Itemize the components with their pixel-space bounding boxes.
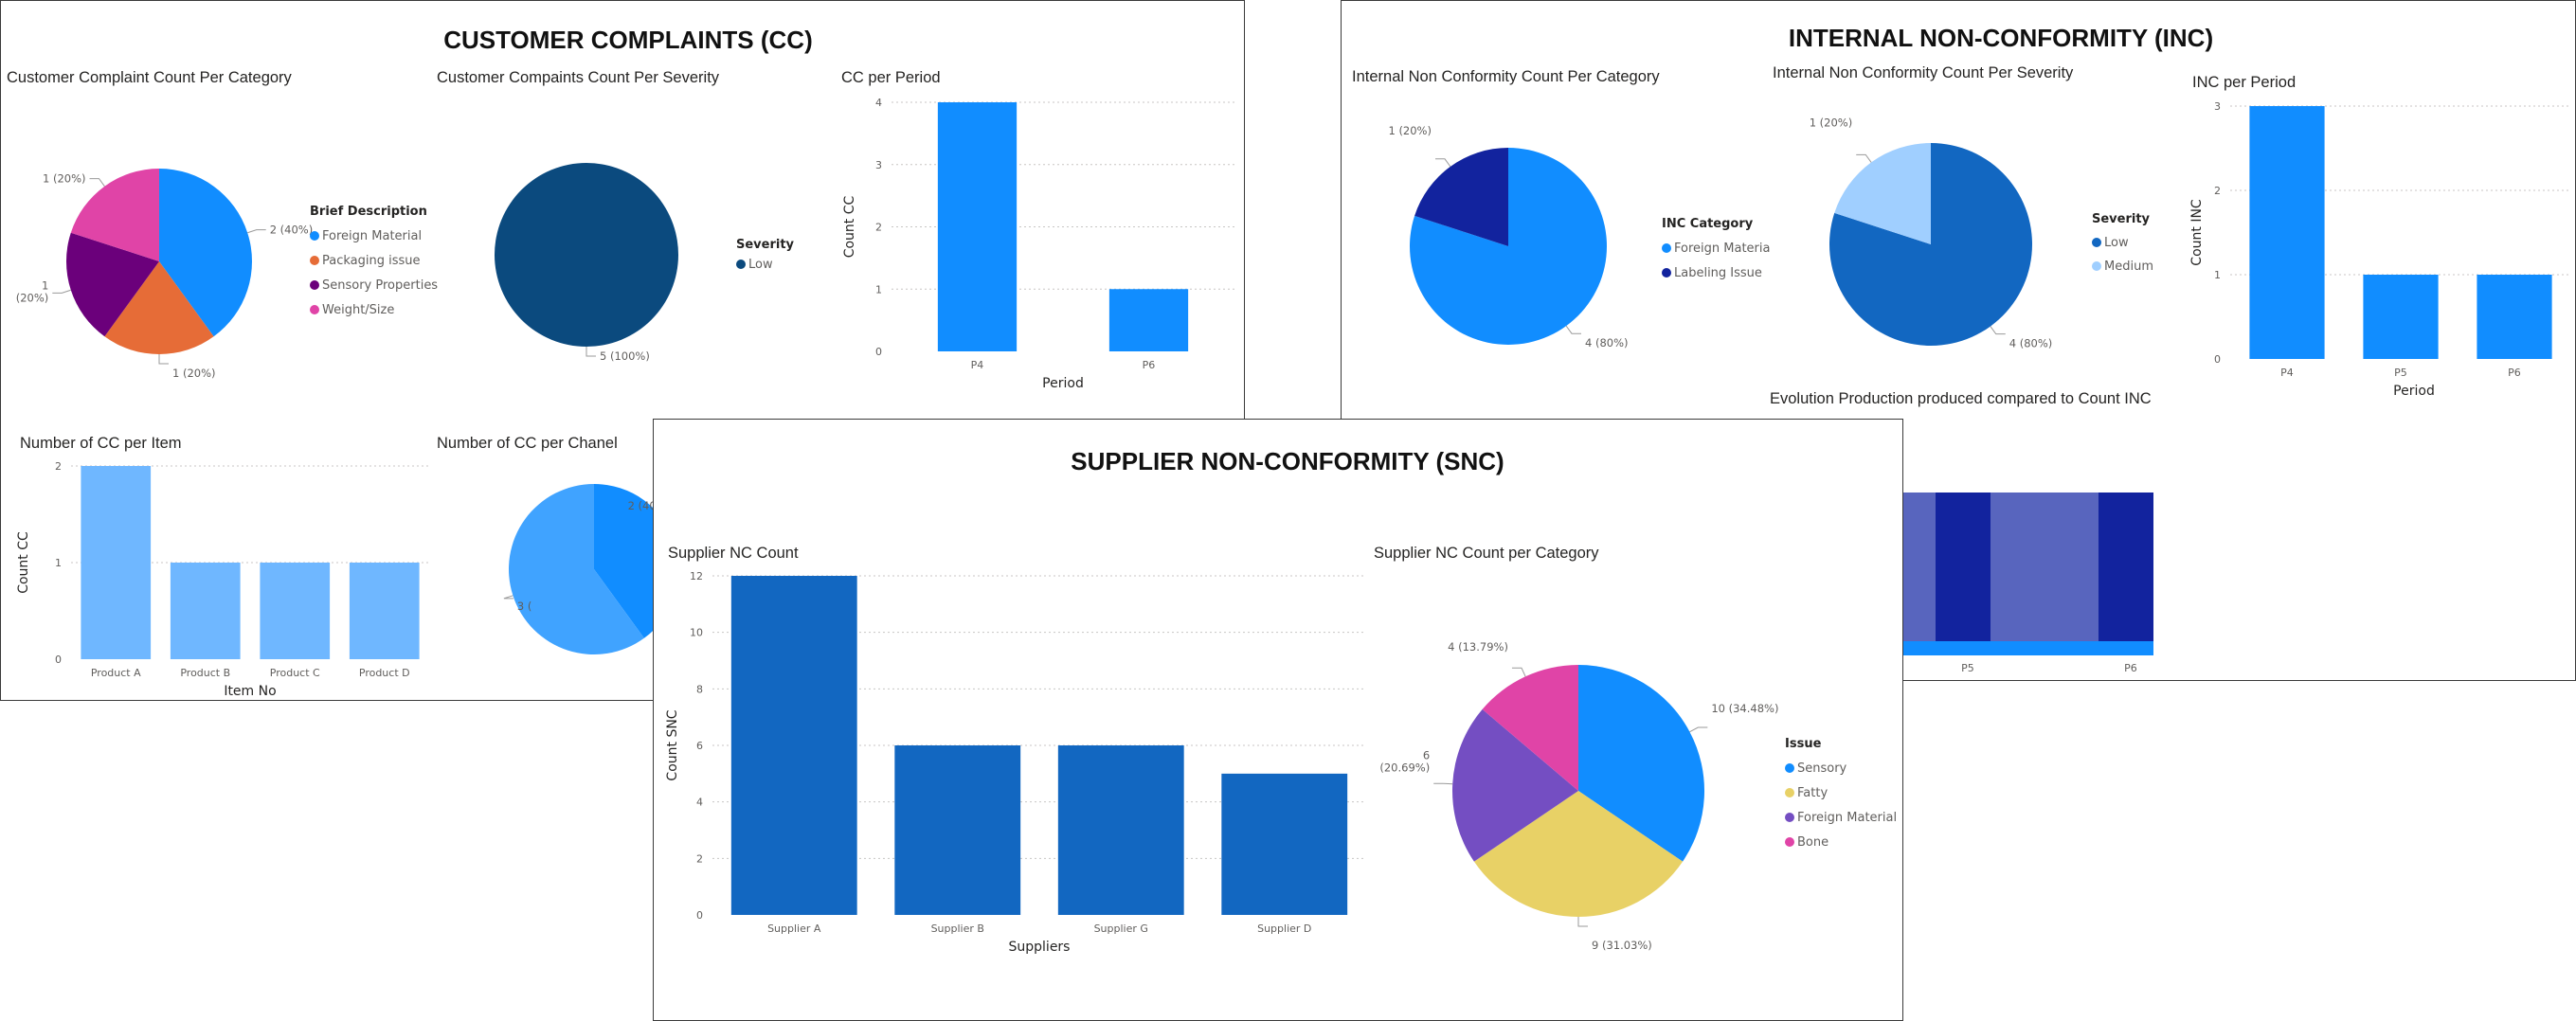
legend-title: Issue [1785, 737, 1822, 751]
column [2099, 493, 2153, 641]
bar [937, 102, 1018, 351]
supplier-non-conformity-panel: SUPPLIER NON-CONFORMITY (SNC) Supplier N… [653, 419, 1903, 1021]
legend-marker [1785, 763, 1794, 773]
legend-item-label: Foreign Material [1797, 811, 1897, 825]
bar [1108, 289, 1189, 351]
slice-data-label: 10 (34.48%) [1711, 702, 1778, 715]
data-label-leader [1511, 667, 1526, 677]
data-label-leader [1577, 917, 1588, 927]
slice-data-label: 3 ( [517, 600, 531, 613]
slice-data-label: 4 (13.79%) [1448, 640, 1508, 654]
legend-item-label: Bone [1797, 835, 1828, 850]
x-tick-label: P4 [971, 359, 984, 371]
x-tick-label: P6 [1143, 359, 1156, 371]
data-label-leader [1433, 782, 1453, 785]
slice-data-label: 6 (20.69%) [1379, 748, 1430, 774]
y-tick-label: 1 [875, 283, 882, 296]
snc-category-pie-chart: 10 (34.48%) 9 (31.03%) 6 (20.69%) 4 (13.79%)… [1379, 640, 1897, 952]
column [1936, 493, 1991, 641]
x-tick-label: P5 [1961, 662, 1974, 674]
y-tick-label: 4 [875, 97, 882, 109]
slice-data-label: 9 (31.03%) [1592, 939, 1652, 952]
y-tick-label: 3 [875, 159, 882, 171]
legend-item-label: Fatty [1797, 786, 1828, 800]
legend-marker [1785, 788, 1794, 797]
legend-marker [1785, 837, 1794, 847]
x-axis-label: Period [1042, 376, 1084, 391]
x-tick-label: P6 [2124, 662, 2137, 674]
legend-item-label: Sensory [1797, 761, 1847, 776]
y-axis-label: Count CC [842, 195, 857, 258]
legend-marker [1785, 813, 1794, 822]
data-label-leader [503, 595, 513, 600]
y-tick-label: 0 [875, 346, 882, 358]
cc-chanel-pie-chart: 2 (40%)3 ( [503, 484, 685, 654]
y-tick-label: 2 [875, 222, 882, 234]
data-label-leader [1689, 726, 1708, 733]
